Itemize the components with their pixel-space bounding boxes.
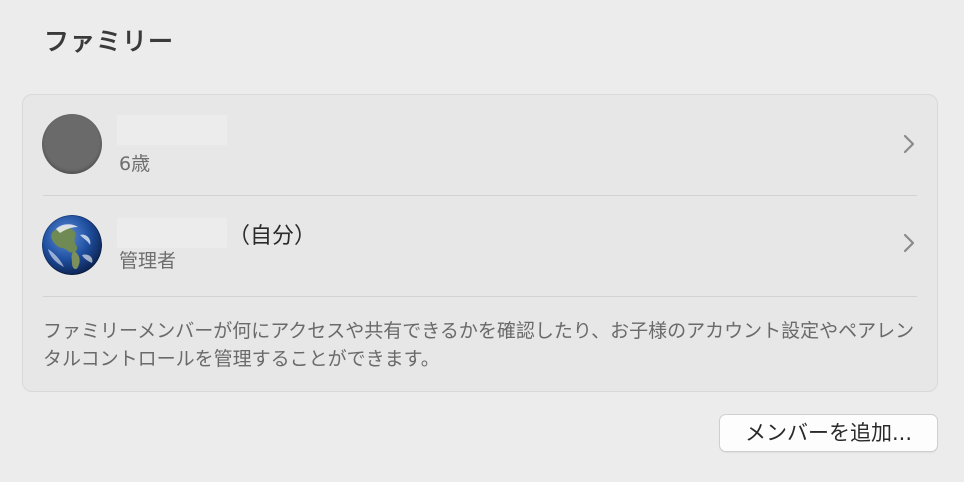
member-name-redacted (117, 115, 227, 145)
member-name-redacted (117, 218, 227, 248)
add-member-button[interactable]: メンバーを追加... (719, 414, 938, 452)
member-row-self[interactable]: （自分） 管理者 (23, 196, 937, 296)
member-row-child[interactable]: 6歳 (23, 95, 937, 195)
member-age-label: 6歳 (119, 153, 151, 175)
earth-avatar (42, 215, 102, 275)
self-indicator-label: （自分） (228, 224, 317, 249)
chevron-right-icon (903, 233, 915, 253)
earth-globe-icon (42, 215, 102, 275)
family-members-card: 6歳 （自分） 管理者 ファミリーメンバーが何にアクセスや共有できるかを確認した… (22, 94, 938, 392)
page-title: ファミリー (44, 27, 175, 56)
avatar (42, 114, 102, 174)
row-divider (43, 296, 917, 297)
member-role-label: 管理者 (119, 250, 177, 272)
family-description-text: ファミリーメンバーが何にアクセスや共有できるかを確認したり、お子様のアカウント設… (43, 320, 915, 370)
chevron-right-icon (903, 134, 915, 154)
